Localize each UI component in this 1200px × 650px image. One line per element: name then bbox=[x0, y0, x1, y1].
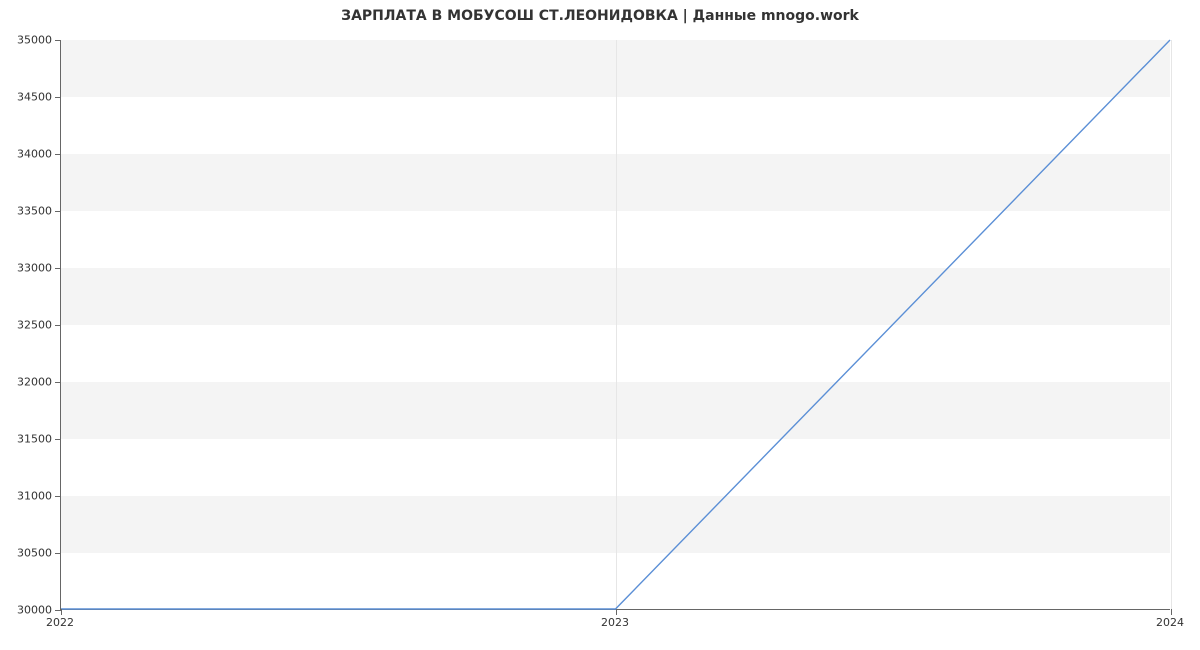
line-series bbox=[61, 40, 1170, 609]
y-tick bbox=[55, 553, 61, 554]
x-tick-label: 2023 bbox=[601, 616, 629, 629]
y-tick bbox=[55, 211, 61, 212]
chart-title: ЗАРПЛАТА В МОБУСОШ СТ.ЛЕОНИДОВКА | Данны… bbox=[0, 8, 1200, 24]
y-tick bbox=[55, 97, 61, 98]
series-line bbox=[61, 40, 1170, 609]
y-tick bbox=[55, 325, 61, 326]
y-tick-label: 32000 bbox=[6, 376, 52, 389]
y-tick-label: 30000 bbox=[6, 604, 52, 617]
y-tick bbox=[55, 382, 61, 383]
y-tick-label: 33000 bbox=[6, 262, 52, 275]
x-gridline bbox=[1171, 40, 1172, 609]
x-tick-label: 2024 bbox=[1156, 616, 1184, 629]
y-tick-label: 32500 bbox=[6, 319, 52, 332]
y-tick bbox=[55, 610, 61, 611]
y-tick-label: 33500 bbox=[6, 205, 52, 218]
x-tick bbox=[61, 609, 62, 615]
y-tick bbox=[55, 496, 61, 497]
y-tick-label: 31000 bbox=[6, 490, 52, 503]
y-tick bbox=[55, 268, 61, 269]
y-tick-label: 30500 bbox=[6, 547, 52, 560]
y-tick bbox=[55, 154, 61, 155]
y-tick-label: 34000 bbox=[6, 148, 52, 161]
y-tick-label: 35000 bbox=[6, 34, 52, 47]
x-tick-label: 2022 bbox=[46, 616, 74, 629]
y-tick-label: 34500 bbox=[6, 91, 52, 104]
chart-container: ЗАРПЛАТА В МОБУСОШ СТ.ЛЕОНИДОВКА | Данны… bbox=[0, 0, 1200, 650]
plot-area bbox=[60, 40, 1170, 610]
x-tick bbox=[616, 609, 617, 615]
x-tick bbox=[1171, 609, 1172, 615]
y-tick-label: 31500 bbox=[6, 433, 52, 446]
y-tick bbox=[55, 40, 61, 41]
y-tick bbox=[55, 439, 61, 440]
